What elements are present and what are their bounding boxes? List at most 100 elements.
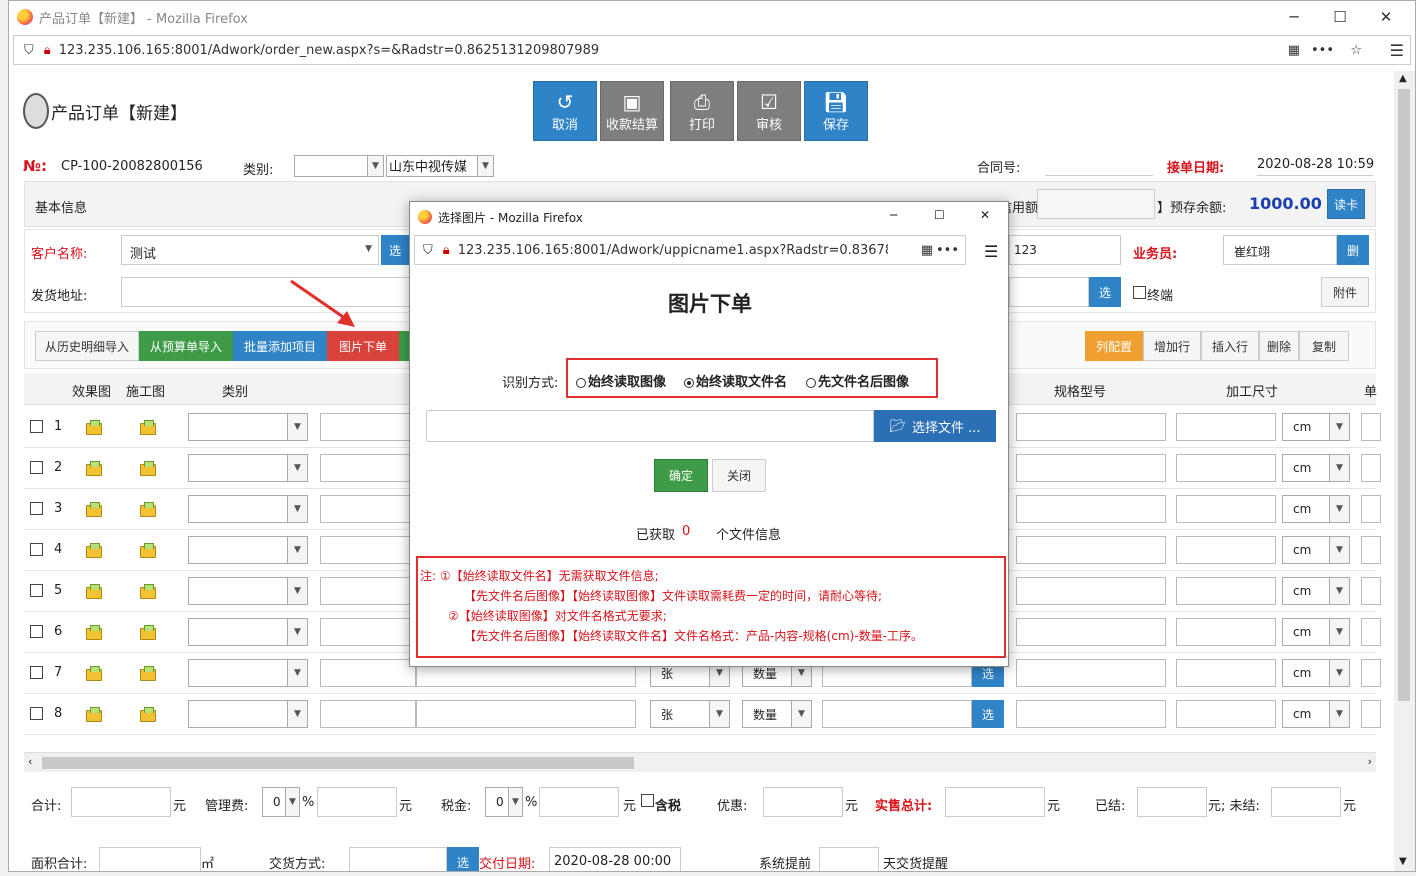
row-checkbox[interactable] [30, 502, 43, 515]
process-image-icon[interactable] [140, 543, 156, 558]
row-unit-input[interactable] [1361, 454, 1381, 482]
row-content-input[interactable] [320, 577, 416, 605]
row-checkbox[interactable] [30, 625, 43, 638]
cancel-button[interactable]: ↺ 取消 [533, 81, 597, 141]
category-select[interactable]: ▼ [294, 155, 384, 177]
row-category-select[interactable]: ▼ [188, 618, 308, 646]
mgmt-select[interactable]: 0 ▼ [262, 787, 300, 817]
mode-option-filename-then-image[interactable]: 先文件名后图像 [806, 371, 909, 390]
sales-delete-button[interactable]: 删 [1337, 235, 1369, 265]
row-select-button[interactable]: 选 [972, 700, 1004, 728]
mgmt-input[interactable] [317, 787, 397, 817]
more-icon[interactable]: ••• [1311, 43, 1334, 58]
row-size-unit-select[interactable]: cm ▼ [1282, 700, 1350, 728]
dialog-address-bar[interactable]: ⛉ 🔒︎ 123.235.106.165:8001/Adwork/uppicna… [414, 235, 966, 265]
audit-button[interactable]: ☑ 审核 [737, 81, 801, 141]
row-checkbox[interactable] [30, 707, 43, 720]
vertical-scrollbar[interactable]: ▲ ▼ [1394, 71, 1415, 871]
ship-select-button[interactable]: 选 [1089, 277, 1121, 307]
choose-file-button[interactable]: 📂︎ 选择文件 ... [874, 410, 996, 442]
delivery-input[interactable] [349, 847, 447, 871]
attach-button[interactable]: 附件 [1321, 277, 1369, 307]
horizontal-scrollbar[interactable]: ‹ › [24, 752, 1376, 772]
dialog-close-window-button[interactable]: ✕ [980, 208, 990, 222]
process-image-icon[interactable] [140, 461, 156, 476]
row-content-input-wide[interactable] [416, 700, 636, 728]
discount-input[interactable] [763, 787, 843, 817]
row-size-unit-select[interactable]: cm ▼ [1282, 495, 1350, 523]
process-image-icon[interactable] [140, 584, 156, 599]
file-path-input[interactable] [426, 410, 874, 442]
vscroll-thumb[interactable] [1398, 89, 1410, 701]
maximize-button[interactable]: ☐ [1317, 1, 1363, 33]
effect-image-icon[interactable] [86, 543, 102, 558]
due-input[interactable]: 2020-08-28 00:00 [549, 847, 681, 871]
process-image-icon[interactable] [140, 707, 156, 722]
company-select[interactable]: 山东中视传媒 ▼ [386, 155, 494, 177]
close-window-button[interactable]: ✕ [1363, 1, 1409, 33]
credit-input[interactable] [1037, 189, 1155, 219]
settle-button[interactable]: ▣ 收款结算 [600, 81, 664, 141]
mode-option-filename[interactable]: 始终读取文件名 [684, 371, 787, 390]
unpaid-input[interactable] [1271, 787, 1341, 817]
print-button[interactable]: ⎙ 打印 [670, 81, 734, 141]
process-image-icon[interactable] [140, 625, 156, 640]
actual-total-input[interactable] [945, 787, 1045, 817]
total-input[interactable] [71, 787, 171, 817]
row-process-input[interactable] [822, 700, 972, 728]
row-category-select[interactable]: ▼ [188, 659, 308, 687]
row-checkbox[interactable] [30, 584, 43, 597]
row-content-input[interactable] [320, 536, 416, 564]
confirm-button[interactable]: 确定 [654, 459, 708, 492]
copy-row-button[interactable]: 复制 [1299, 331, 1349, 361]
delete-row-button[interactable]: 删除 [1259, 331, 1299, 361]
address-bar[interactable]: ⛉ 🔒︎ 123.235.106.165:8001/Adwork/order_n… [13, 35, 1411, 65]
row-size-input[interactable] [1176, 454, 1276, 482]
tax-input[interactable] [539, 787, 619, 817]
save-button[interactable]: 💾︎ 保存 [804, 81, 868, 141]
row-content-input[interactable] [320, 659, 416, 687]
row-size-input[interactable] [1176, 536, 1276, 564]
row-category-select[interactable]: ▼ [188, 495, 308, 523]
more-icon[interactable]: ••• [936, 243, 959, 258]
dialog-menu-icon[interactable]: ☰ [984, 242, 998, 261]
row-size-unit-select[interactable]: cm ▼ [1282, 577, 1350, 605]
row-unit-input[interactable] [1361, 577, 1381, 605]
bookmark-star-icon[interactable]: ☆ [1350, 43, 1362, 58]
column-config-button[interactable]: 列配置 [1085, 331, 1143, 361]
image-order-button[interactable]: 图片下单 [327, 331, 399, 361]
effect-image-icon[interactable] [86, 625, 102, 640]
insert-row-button[interactable]: 插入行 [1201, 331, 1259, 361]
scroll-thumb[interactable] [42, 757, 634, 769]
row-qty-select[interactable]: 数量 ▼ [742, 700, 812, 728]
read-card-button[interactable]: 读卡 [1327, 189, 1365, 219]
contract-input[interactable] [1045, 175, 1153, 176]
row-size-input[interactable] [1176, 495, 1276, 523]
tax-incl-checkbox[interactable] [641, 794, 654, 807]
effect-image-icon[interactable] [86, 666, 102, 681]
row-checkbox[interactable] [30, 420, 43, 433]
row-content-input[interactable] [320, 495, 416, 523]
hidden-button[interactable] [399, 331, 409, 361]
scroll-down-icon[interactable]: ▼ [1399, 856, 1407, 867]
row-content-input[interactable] [320, 454, 416, 482]
scroll-right-icon[interactable]: › [1368, 755, 1372, 768]
row-content-input[interactable] [320, 700, 416, 728]
phone-input[interactable]: 123 [1009, 235, 1121, 265]
area-input[interactable] [99, 847, 201, 871]
row-spec-input[interactable] [1016, 577, 1166, 605]
dialog-maximize-button[interactable]: ☐ [934, 208, 945, 222]
row-size-input[interactable] [1176, 659, 1276, 687]
effect-image-icon[interactable] [86, 502, 102, 517]
qr-icon[interactable]: ▦ [921, 243, 933, 258]
row-spec-input[interactable] [1016, 618, 1166, 646]
customer-input[interactable]: 测试 ▼ [121, 235, 379, 265]
process-image-icon[interactable] [140, 666, 156, 681]
batch-add-button[interactable]: 批量添加项目 [233, 331, 327, 361]
row-content-input[interactable] [320, 618, 416, 646]
row-size-input[interactable] [1176, 577, 1276, 605]
customer-select-button[interactable]: 选 [381, 235, 409, 265]
effect-image-icon[interactable] [86, 707, 102, 722]
remind-input[interactable] [819, 847, 879, 871]
row-size-unit-select[interactable]: cm ▼ [1282, 413, 1350, 441]
